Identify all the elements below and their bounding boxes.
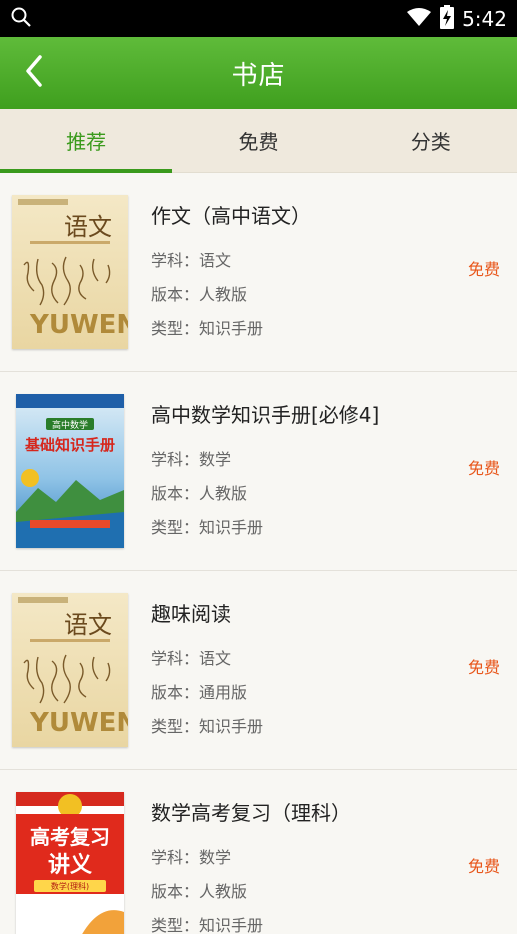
tab-categories[interactable]: 分类 [345, 109, 517, 172]
book-item[interactable]: 语文 YUWEN 作文（高中语文） 学科：语文 版本：人教版 类型：知识手册 免… [0, 173, 517, 372]
book-edition: 版本：人教版 [151, 484, 248, 503]
status-bar: 5:42 [0, 0, 517, 37]
svg-text:基础知识手册: 基础知识手册 [24, 436, 115, 454]
book-edition: 版本：人教版 [151, 285, 248, 304]
book-type: 类型：知识手册 [151, 717, 264, 736]
book-cover: 高考复习 讲义 数学(理科) [16, 792, 124, 934]
svg-text:高中数学: 高中数学 [52, 419, 88, 431]
book-subject: 学科：数学 [151, 450, 232, 469]
book-title: 趣味阅读 [151, 602, 231, 626]
book-type: 类型：知识手册 [151, 916, 264, 934]
book-list: 语文 YUWEN 作文（高中语文） 学科：语文 版本：人教版 类型：知识手册 免… [0, 173, 517, 934]
price-badge: 免费 [467, 459, 500, 478]
book-subject: 学科：数学 [151, 848, 232, 867]
book-cover: 语文 YUWEN [12, 593, 128, 747]
book-title: 数学高考复习（理科） [151, 801, 351, 825]
price-badge: 免费 [467, 260, 500, 279]
status-time: 5:42 [462, 6, 507, 31]
book-cover: 高中数学 基础知识手册 [16, 394, 124, 548]
svg-text:语文: 语文 [64, 611, 112, 639]
search-icon [10, 6, 32, 32]
svg-text:YUWEN: YUWEN [29, 310, 128, 340]
svg-text:语文: 语文 [64, 213, 112, 241]
wifi-icon [406, 7, 432, 31]
page-title: 书店 [231, 60, 286, 91]
tab-recommended[interactable]: 推荐 [0, 109, 173, 173]
book-title: 作文（高中语文） [151, 204, 311, 228]
book-item[interactable]: 高考复习 讲义 数学(理科) 数学高考复习（理科） 学科：数学 版本：人教版 类… [0, 770, 517, 934]
book-type: 类型：知识手册 [151, 518, 264, 537]
book-title: 高中数学知识手册[必修4] [151, 403, 380, 427]
book-item[interactable]: 语文 YUWEN 趣味阅读 学科：语文 版本：通用版 类型：知识手册 免费 [0, 571, 517, 770]
tab-bar: 推荐 免费 分类 [0, 109, 517, 173]
book-type: 类型：知识手册 [151, 319, 264, 338]
tab-free[interactable]: 免费 [172, 109, 344, 172]
back-button[interactable] [14, 51, 54, 95]
svg-text:讲义: 讲义 [48, 853, 92, 878]
price-badge: 免费 [467, 857, 500, 876]
book-subject: 学科：语文 [151, 251, 232, 270]
book-cover: 语文 YUWEN [12, 195, 128, 349]
price-badge: 免费 [467, 658, 500, 677]
svg-text:数学(理科): 数学(理科) [51, 881, 89, 891]
book-subject: 学科：语文 [151, 649, 232, 668]
battery-charging-icon [440, 4, 455, 33]
svg-text:YUWEN: YUWEN [29, 708, 128, 738]
chevron-left-icon [24, 54, 44, 92]
book-edition: 版本：通用版 [151, 683, 248, 702]
svg-text:高考复习: 高考复习 [30, 825, 110, 849]
app-header: 书店 [0, 37, 517, 109]
book-edition: 版本：人教版 [151, 882, 248, 901]
book-item[interactable]: 高中数学 基础知识手册 高中数学知识手册[必修4] 学科：数学 版本：人教版 类… [0, 372, 517, 571]
